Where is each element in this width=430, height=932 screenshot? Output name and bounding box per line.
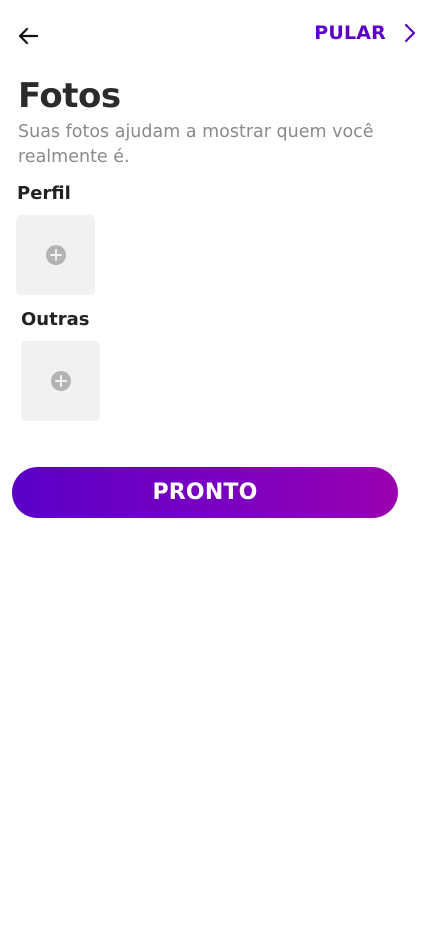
add-circle-icon [50, 371, 71, 391]
section-label-profile: Perfil [17, 183, 71, 204]
arrow-left-icon [18, 27, 39, 45]
profile-photo-slot[interactable] [16, 215, 95, 295]
page-title: Fotos [18, 76, 121, 116]
page-subtitle: Suas fotos ajudam a mostrar quem você re… [18, 122, 374, 167]
section-label-others: Outras [21, 309, 90, 330]
back-button[interactable] [12, 22, 44, 50]
done-button[interactable]: PRONTO [12, 467, 398, 518]
skip-button[interactable]: PULAR [314, 18, 416, 48]
add-circle-icon [45, 245, 66, 265]
chevron-right-icon [404, 23, 416, 43]
done-button-label: PRONTO [152, 480, 258, 505]
other-photo-slot[interactable] [21, 341, 100, 421]
skip-label: PULAR [314, 22, 386, 44]
